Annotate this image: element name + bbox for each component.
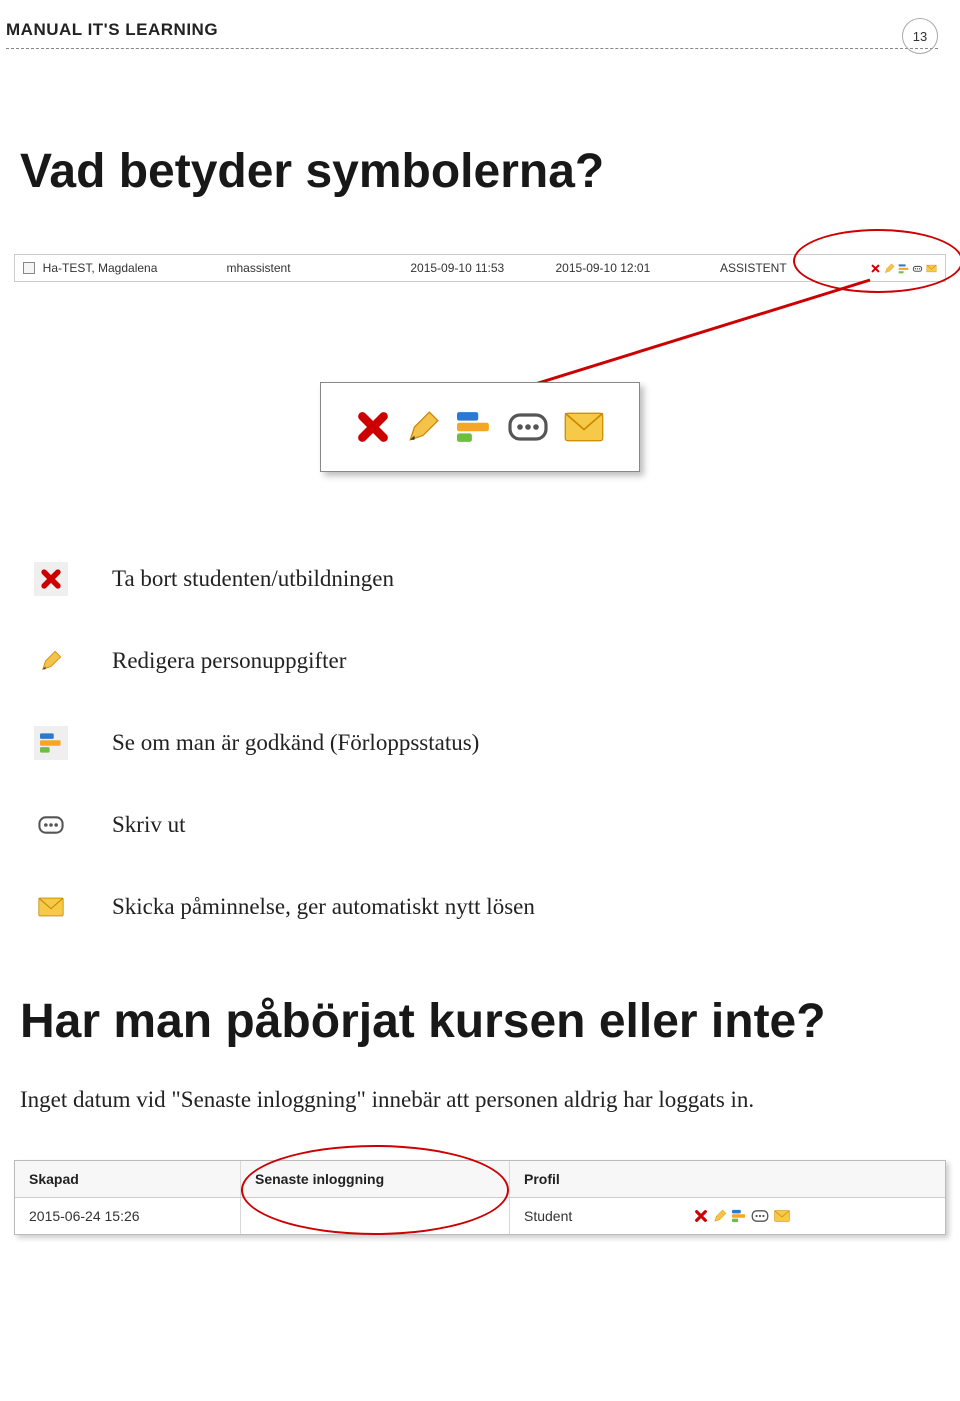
legend-row-status: Se om man är godkänd (Förloppsstatus) — [34, 726, 960, 760]
icon-zoom-box — [320, 382, 640, 472]
symbol-legend: Ta bort studenten/utbildningen Redigera … — [34, 562, 960, 924]
heading-symbols: Vad betyder symbolerna? — [20, 144, 960, 199]
print-icon — [912, 263, 923, 274]
page-header: MANUAL IT'S LEARNING — [0, 20, 960, 48]
edit-icon — [34, 644, 68, 678]
edit-icon — [713, 1209, 727, 1223]
cell-name: Ha-TEST, Magdalena — [43, 261, 227, 275]
page-number-badge: 13 — [902, 18, 938, 54]
table-row: 2015-06-24 15:26 Student — [15, 1198, 945, 1234]
mail-icon — [774, 1210, 790, 1222]
status-icon — [34, 726, 68, 760]
legend-text: Se om man är godkänd (Förloppsstatus) — [112, 730, 479, 756]
table-header: Skapad Senaste inloggning Profil — [15, 1161, 945, 1198]
checkbox-icon — [23, 262, 35, 274]
col-profile: Profil — [510, 1161, 680, 1197]
legend-row-edit: Redigera personuppgifter — [34, 644, 960, 678]
col-lastlogin: Senaste inloggning — [240, 1161, 510, 1197]
status-icon — [732, 1209, 746, 1223]
legend-row-mail: Skicka påminnelse, ger automatiskt nytt … — [34, 890, 960, 924]
mail-icon — [34, 890, 68, 924]
example-table-row: Ha-TEST, Magdalena mhassistent 2015-09-1… — [14, 254, 946, 282]
cell-created: 2015-09-10 11:53 — [410, 261, 555, 275]
edit-icon — [884, 263, 895, 274]
legend-row-delete: Ta bort studenten/utbildningen — [34, 562, 960, 596]
legend-text: Ta bort studenten/utbildningen — [112, 566, 394, 592]
header-title: MANUAL IT'S LEARNING — [6, 20, 940, 40]
mail-icon — [564, 412, 604, 442]
header-rule — [6, 48, 938, 49]
heading-started-course: Har man påbörjat kursen eller inte? — [20, 994, 960, 1049]
cell-lastlogin — [240, 1198, 510, 1234]
status-icon — [898, 263, 909, 274]
delete-icon — [870, 263, 881, 274]
login-table-example: Skapad Senaste inloggning Profil 2015-06… — [14, 1160, 946, 1235]
print-icon — [508, 413, 548, 441]
arrow-zoom-area — [0, 282, 960, 482]
cell-profile: Student — [510, 1198, 680, 1234]
delete-icon — [694, 1209, 708, 1223]
row-action-icons — [680, 1198, 945, 1234]
cell-lastlogin: 2015-09-10 12:01 — [556, 261, 721, 275]
paragraph-login-explain: Inget datum vid "Senaste inloggning" inn… — [20, 1084, 930, 1115]
cell-username: mhassistent — [227, 261, 411, 275]
cell-created: 2015-06-24 15:26 — [15, 1198, 240, 1234]
status-icon — [457, 410, 491, 444]
col-created: Skapad — [15, 1161, 240, 1197]
legend-text: Redigera personuppgifter — [112, 648, 346, 674]
print-icon — [751, 1210, 769, 1222]
row-action-icons — [870, 263, 937, 274]
mail-icon — [926, 263, 937, 274]
legend-row-print: Skriv ut — [34, 808, 960, 842]
edit-icon — [406, 410, 440, 444]
legend-text: Skriv ut — [112, 812, 185, 838]
cell-role: ASSISTENT — [720, 261, 870, 275]
delete-icon — [34, 562, 68, 596]
print-icon — [34, 808, 68, 842]
legend-text: Skicka påminnelse, ger automatiskt nytt … — [112, 894, 535, 920]
delete-icon — [356, 410, 390, 444]
